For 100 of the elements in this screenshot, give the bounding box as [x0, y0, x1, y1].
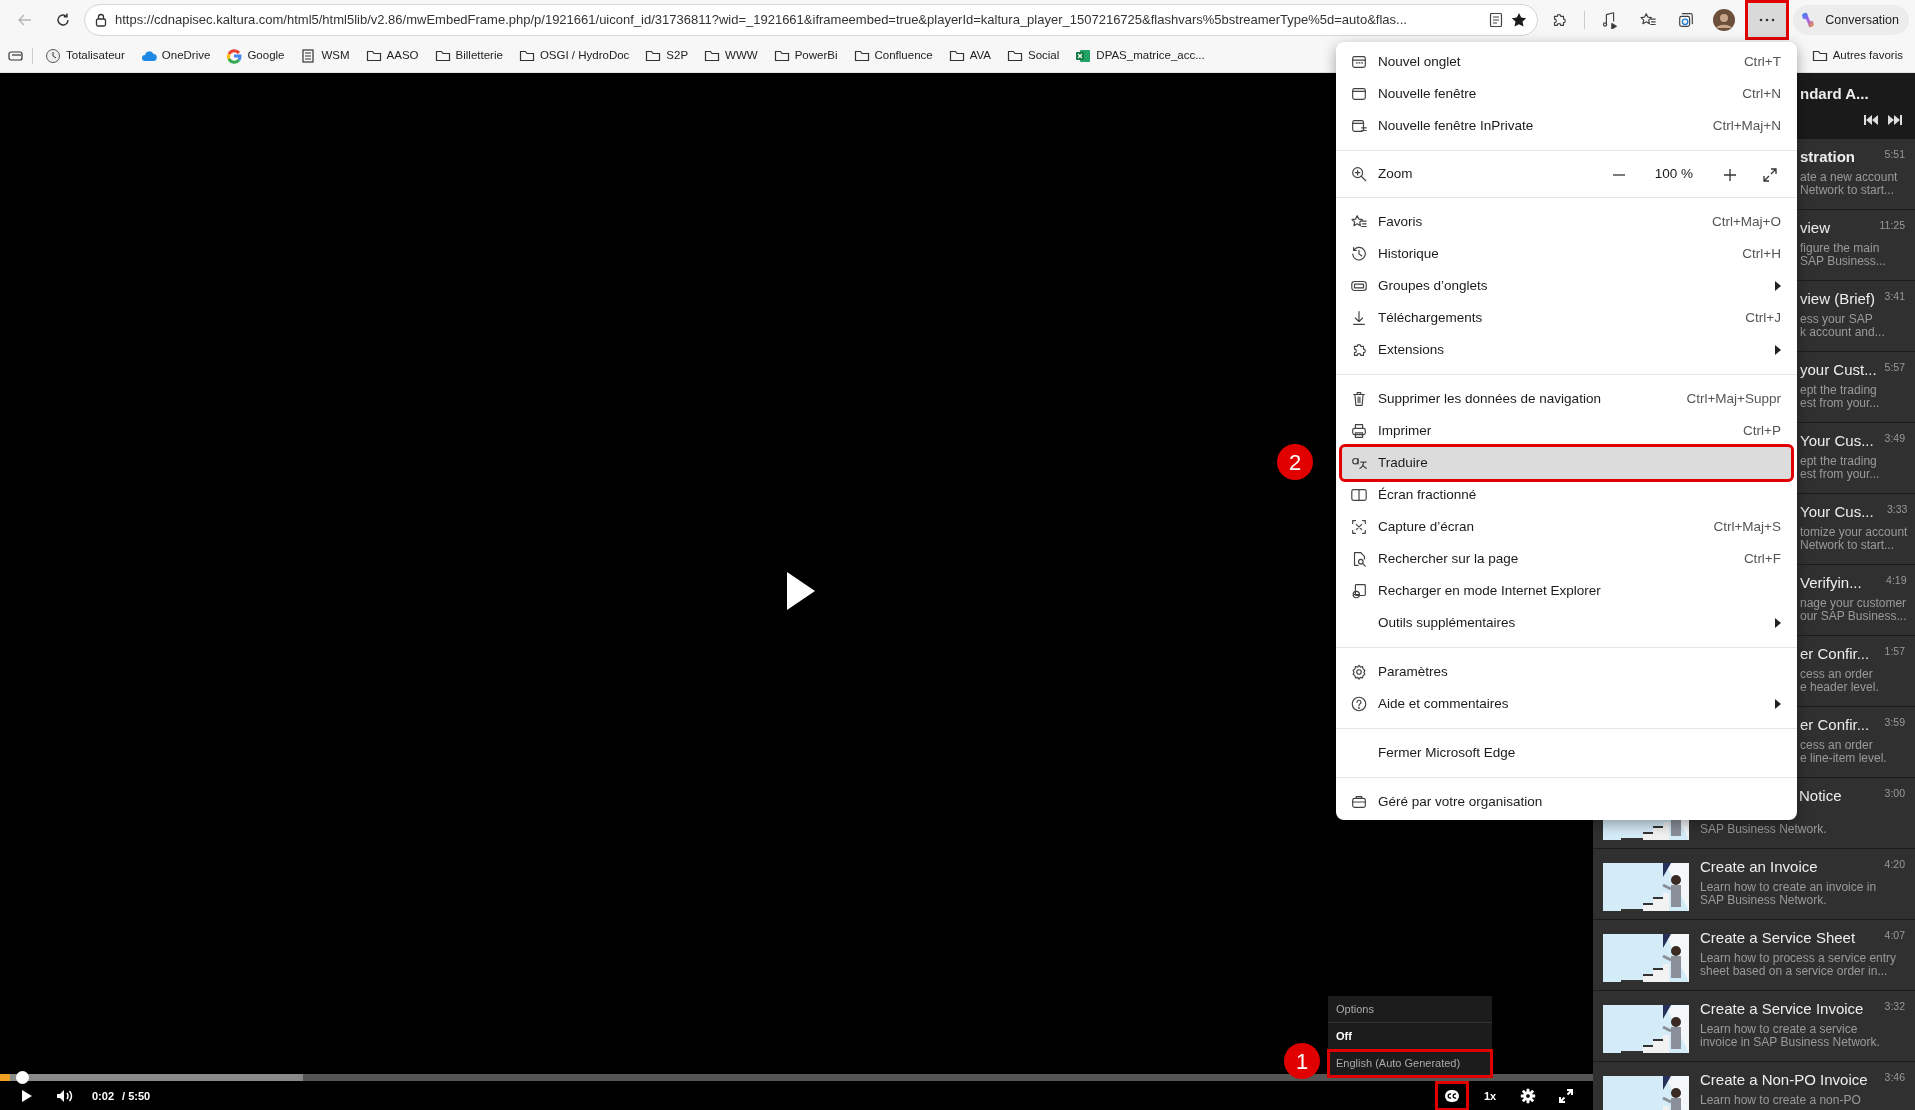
video-description: our SAP Business...	[1800, 610, 1907, 623]
next-icon[interactable]	[1887, 113, 1903, 126]
menu-item[interactable]: Historique Ctrl+H	[1342, 238, 1791, 270]
menu-item[interactable]: Supprimer les données de navigation Ctrl+Maj+Suppr	[1342, 383, 1791, 415]
clock-icon	[45, 48, 61, 64]
folder-icon	[365, 48, 382, 64]
video-description: Learn how to create an invoice in	[1700, 881, 1878, 894]
menu-item[interactable]: Téléchargements Ctrl+J	[1342, 302, 1791, 334]
bookmark-link[interactable]: AVA	[944, 47, 995, 65]
video-duration: 3:32	[1884, 999, 1905, 1013]
video-description: ept the trading	[1800, 455, 1878, 468]
caption-option[interactable]: Off	[1328, 1023, 1492, 1050]
folder-icon	[853, 48, 870, 64]
menu-item[interactable]: Nouvelle fenêtre InPrivate Ctrl+Maj+N	[1342, 110, 1791, 142]
bookmark-link[interactable]: DPAS_matrice_acc...	[1071, 47, 1209, 65]
menu-item[interactable]: Aide et commentaires	[1342, 688, 1791, 720]
playlist-item[interactable]: Create an Invoice 4:20 Learn how to create an invoice in SAP Business Network.	[1593, 849, 1915, 920]
folder-icon	[948, 48, 965, 64]
menu-item[interactable]: Favoris Ctrl+Maj+O	[1342, 206, 1791, 238]
menu-item[interactable]: Nouvel onglet Ctrl+T	[1342, 46, 1791, 78]
video-title: Create a Service Invoice	[1700, 999, 1864, 1019]
bookmark-link[interactable]: Totalisateur	[41, 47, 129, 65]
bookmark-link[interactable]: Social	[1003, 47, 1064, 65]
menu-item[interactable]: Recharger en mode Internet Explorer	[1342, 575, 1791, 607]
video-title: stration	[1800, 147, 1855, 167]
menu-item[interactable]: Rechercher sur la page Ctrl+F	[1342, 543, 1791, 575]
video-duration: 11:25	[1879, 218, 1905, 232]
split-screen-icon	[1350, 486, 1368, 504]
address-field[interactable]: https://cdnapisec.kaltura.com/html5/html5lib/v2.86/mwEmbedFrame.php/p/1921661/uiconf_id/31736811?wid=_1921661&iframeembed=true&playerId=kaltura_player_1507216725&flashvars%5bstreamerType%5d=auto&flas...	[84, 4, 1539, 36]
video-duration: 3:46	[1884, 1070, 1905, 1084]
caption-option[interactable]: English (Auto Generated)	[1328, 1050, 1492, 1077]
video-duration: 4:20	[1884, 857, 1905, 871]
bookmark-link[interactable]: OSGI / HydroDoc	[514, 47, 634, 65]
video-description: nage your customer	[1800, 597, 1907, 610]
shortcut-label: Ctrl+J	[1745, 308, 1781, 327]
folder-icon	[1811, 48, 1828, 64]
trash-icon	[1350, 390, 1368, 408]
expand-icon	[1763, 167, 1777, 182]
play-icon	[21, 1089, 33, 1103]
screenshot-icon	[1350, 518, 1368, 536]
menu-item[interactable]: Groupes d’onglets	[1342, 270, 1791, 302]
play-button[interactable]	[786, 571, 816, 611]
video-description: tomize your account	[1800, 526, 1908, 539]
video-description: invoice in SAP Business Network.	[1700, 1036, 1881, 1049]
menu-item[interactable]: Nouvelle fenêtre Ctrl+N	[1342, 78, 1791, 110]
captions-button[interactable]	[1437, 1083, 1467, 1109]
menu-item[interactable]: Capture d’écran Ctrl+Maj+S	[1342, 511, 1791, 543]
video-description: cess an order	[1800, 668, 1874, 681]
video-description: SAP Business Network.	[1700, 894, 1828, 907]
star-icon[interactable]	[1511, 12, 1528, 28]
video-description: SAP Business...	[1800, 255, 1887, 268]
reader-icon[interactable]	[1489, 12, 1504, 28]
conversation-button[interactable]: Conversation	[1793, 5, 1909, 35]
tab-icon	[8, 49, 24, 63]
video-description: e line-item level.	[1800, 752, 1888, 765]
playlist-item[interactable]: Create a Service Sheet 4:07 Learn how to process a service entry sheet based on a service order in...	[1593, 920, 1915, 991]
bookmark-link[interactable]: OneDrive	[136, 47, 215, 65]
video-description: Learn how to create a service	[1700, 1023, 1859, 1036]
video-description: Network to start...	[1800, 184, 1896, 197]
bookmark-link[interactable]: WSM	[296, 47, 354, 65]
video-description: e header level.	[1800, 681, 1880, 694]
video-duration: 5:57	[1884, 360, 1905, 374]
briefcase-icon	[1350, 793, 1368, 811]
video-description: figure the main	[1800, 242, 1881, 255]
previous-icon[interactable]	[1863, 113, 1879, 126]
bookmark-link[interactable]: WWW	[700, 47, 762, 65]
menu-item[interactable]: Outils supplémentaires	[1342, 607, 1791, 639]
help-icon	[1350, 695, 1368, 713]
video-duration: 3:49	[1884, 431, 1905, 445]
video-description: ept the trading	[1800, 384, 1878, 397]
video-description: ate a new account	[1800, 171, 1899, 184]
menu-item[interactable]: Écran fractionné	[1342, 479, 1791, 511]
menu-item[interactable]: Extensions	[1342, 334, 1791, 366]
folder-icon	[704, 48, 721, 64]
playlist-item[interactable]: Create a Non-PO Invoice 3:46 Learn how to create a non-PO	[1593, 1062, 1915, 1110]
speaker-icon	[56, 1089, 74, 1103]
playlist-item[interactable]: Create a Service Invoice 3:32 Learn how to create a service invoice in SAP Business Network.	[1593, 991, 1915, 1062]
video-title: er Confir...	[1800, 715, 1870, 735]
more-button[interactable]	[1745, 0, 1790, 40]
progress-handle[interactable]	[15, 1071, 29, 1084]
progress-track[interactable]	[0, 1074, 1593, 1081]
settings-icon	[1350, 663, 1368, 681]
menu-item[interactable]: Paramètres	[1342, 656, 1791, 688]
folder-icon	[645, 48, 662, 64]
other-bookmarks-link[interactable]: Autres favoris	[1807, 47, 1907, 65]
bookmark-link[interactable]: S2P	[641, 47, 693, 65]
cloud-icon	[140, 48, 157, 64]
menu-item[interactable]: Fermer Microsoft Edge	[1342, 737, 1791, 769]
bookmark-link[interactable]: Billetterie	[430, 47, 507, 65]
bookmark-link[interactable]: AASO	[361, 47, 423, 65]
menu-item[interactable]: Imprimer Ctrl+P	[1342, 415, 1791, 447]
bookmark-link[interactable]: PowerBi	[769, 47, 842, 65]
bookmark-link[interactable]: Confluence	[849, 47, 937, 65]
video-description: est from your...	[1800, 397, 1881, 410]
menu-item[interactable]: Géré par votre organisation	[1342, 786, 1791, 818]
video-description: k account and...	[1800, 326, 1886, 339]
bookmark-link[interactable]: Google	[222, 47, 289, 65]
speed-button[interactable]: 1x	[1475, 1083, 1505, 1109]
video-title: view (Brief)	[1800, 289, 1875, 309]
menu-item[interactable]: Traduire	[1342, 447, 1791, 479]
